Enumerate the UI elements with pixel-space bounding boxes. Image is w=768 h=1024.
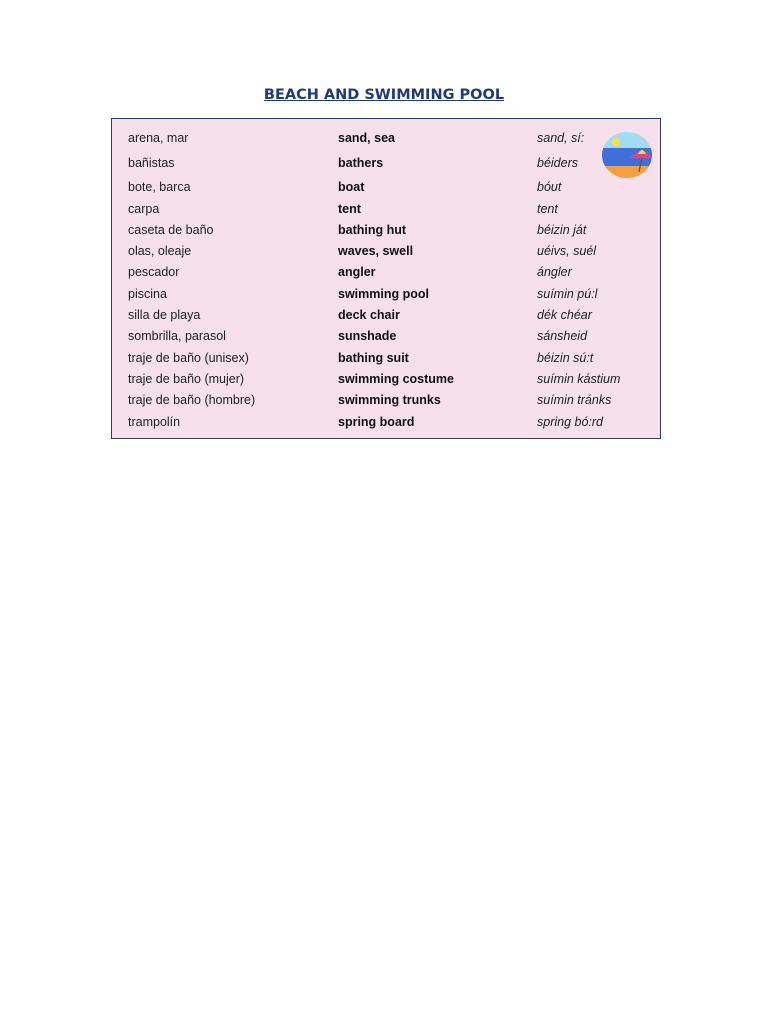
english-term: sand, sea — [338, 131, 395, 145]
table-row: olas, oleaje waves, swell uéivs, suél — [112, 244, 660, 264]
spanish-term: trampolín — [128, 415, 181, 429]
table-row: traje de baño (unisex) bathing suit béizin… — [112, 351, 660, 371]
pronunciation: uéivs, suél — [537, 244, 597, 258]
pronunciation: suímin pú:l — [537, 287, 598, 301]
english-term: swimming pool — [338, 287, 429, 301]
pronunciation: sand, sí: — [537, 131, 585, 145]
english-term: sunshade — [338, 329, 397, 343]
table-row: sombrilla, parasol sunshade sánsheid — [112, 329, 660, 349]
spanish-term: bote, barca — [128, 180, 191, 194]
english-term: bathers — [338, 156, 384, 170]
english-term: waves, swell — [338, 244, 414, 258]
table-row: silla de playa deck chair dék chéar — [112, 308, 660, 328]
table-row: traje de baño (mujer) swimming costume suí… — [112, 372, 660, 392]
table-row: bote, barca boat bóut — [112, 180, 660, 200]
spanish-term: arena, mar — [128, 131, 189, 145]
pronunciation: bóut — [537, 180, 562, 194]
spanish-term: pescador — [128, 265, 180, 279]
table-row: arena, mar sand, sea sand, sí: — [112, 131, 660, 151]
english-term: tent — [338, 202, 361, 216]
spanish-term: sombrilla, parasol — [128, 329, 226, 343]
pronunciation: ángler — [537, 265, 572, 279]
table-row: trampolín spring board spring bó:rd — [112, 415, 660, 435]
english-term: swimming costume — [338, 372, 454, 386]
spanish-term: traje de baño (hombre) — [128, 393, 256, 407]
pronunciation: tent — [537, 202, 558, 216]
english-term: bathing hut — [338, 223, 407, 237]
spanish-term: olas, oleaje — [128, 244, 192, 258]
table-row: piscina swimming pool suímin pú:l — [112, 287, 660, 307]
spanish-term: caseta de baño — [128, 223, 214, 237]
pronunciation: spring bó:rd — [537, 415, 604, 429]
english-term: deck chair — [338, 308, 400, 322]
table-row: traje de baño (hombre) swimming trunks suí… — [112, 393, 660, 413]
pronunciation: béizin sú:t — [537, 351, 594, 365]
spanish-term: traje de baño (unisex) — [128, 351, 249, 365]
english-term: boat — [338, 180, 365, 194]
spanish-term: bañistas — [128, 156, 175, 170]
table-row: bañistas bathers béiders — [112, 156, 660, 176]
table-row: carpa tent tent — [112, 202, 660, 222]
pronunciation: béiders — [537, 156, 578, 170]
english-term: bathing suit — [338, 351, 409, 365]
title-text: BEACH AND SWIMMING POOL — [263, 87, 505, 103]
vocabulary-table: arena, mar sand, sea sand, sí: bañistas bath… — [111, 118, 661, 439]
english-term: spring board — [338, 415, 415, 429]
pronunciation: suímin kástium — [537, 372, 621, 386]
table-row: pescador angler ángler — [112, 265, 660, 285]
table-row: caseta de baño bathing hut béizin ját — [112, 223, 660, 243]
pronunciation: suímin tránks — [537, 393, 612, 407]
spanish-term: traje de baño (mujer) — [128, 372, 245, 386]
spanish-term: carpa — [128, 202, 160, 216]
pronunciation: sánsheid — [537, 329, 588, 343]
pronunciation: dék chéar — [537, 308, 592, 322]
page-title: BEACH AND SWIMMING POOL — [0, 87, 768, 103]
english-term: angler — [338, 265, 376, 279]
pronunciation: béizin ját — [537, 223, 587, 237]
english-term: swimming trunks — [338, 393, 441, 407]
spanish-term: piscina — [128, 287, 167, 301]
spanish-term: silla de playa — [128, 308, 201, 322]
